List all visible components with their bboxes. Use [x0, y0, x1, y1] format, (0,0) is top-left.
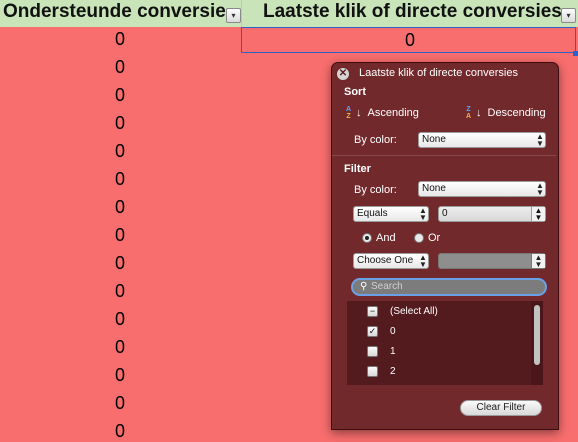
chevron-updown-icon[interactable]: ▲ ▼ [531, 254, 545, 269]
table-cell[interactable]: 0 [100, 421, 140, 442]
second-operator-select[interactable]: Choose One ▲ ▼ [353, 253, 429, 269]
chevron-updown-icon[interactable]: ▲ ▼ [531, 207, 545, 222]
checkbox-mixed-icon[interactable]: − [367, 305, 378, 317]
list-item[interactable]: 1 [367, 343, 396, 359]
condition-value-combobox[interactable]: 0 ▲ ▼ [438, 206, 546, 222]
filter-value-list[interactable]: − (Select All) ✓ 0 1 2 [347, 301, 543, 385]
sort-heading: Sort [344, 86, 366, 98]
filter-by-color-value: None [422, 183, 446, 194]
sort-za-icon: ZA [465, 106, 472, 120]
radio-selected-icon [362, 233, 372, 243]
condition-value-text: 0 [442, 208, 448, 219]
table-cell[interactable]: 0 [100, 309, 140, 330]
close-icon: ✕ [338, 68, 348, 79]
filter-by-color-label: By color: [354, 184, 397, 196]
list-item-label: 2 [390, 365, 396, 377]
table-cell[interactable]: 0 [100, 141, 140, 162]
sort-descending-label: Descending [487, 107, 546, 119]
popover-title: Laatste klik of directe conversies [359, 67, 518, 79]
search-box[interactable]: ⚲ [351, 278, 547, 296]
radio-and-label: And [376, 232, 396, 244]
table-cell[interactable]: 0 [100, 29, 140, 50]
checkbox-unchecked-icon[interactable] [367, 365, 378, 377]
condition-operator-select[interactable]: Equals ▲ ▼ [353, 206, 429, 222]
chevron-updown-icon: ▲ ▼ [536, 132, 544, 148]
sort-ascending-button[interactable]: AZ ↓ Ascending [344, 103, 419, 123]
search-input[interactable] [371, 281, 541, 292]
table-cell[interactable]: 0 [100, 85, 140, 106]
filter-by-color-select[interactable]: None ▲ ▼ [418, 181, 546, 197]
funnel-icon: ▾ [231, 11, 236, 20]
column-divider [241, 0, 242, 27]
sort-by-color-label: By color: [354, 134, 397, 146]
table-cell[interactable]: 0 [100, 113, 140, 134]
table-cell[interactable]: 0 [100, 365, 140, 386]
active-cell[interactable]: 0 [241, 27, 576, 53]
filter-heading: Filter [344, 163, 371, 175]
chevron-updown-icon: ▲ ▼ [536, 181, 544, 197]
column-header-ondersteunde[interactable]: Ondersteunde conversies [3, 1, 225, 23]
sort-az-icon: AZ [345, 106, 352, 120]
filter-dropdown-button[interactable]: ▾ [561, 8, 576, 23]
scrollbar-thumb[interactable] [534, 305, 540, 365]
active-cell-value: 0 [404, 30, 415, 50]
list-item-label: 1 [390, 345, 396, 357]
down-arrow-icon: ↓ [356, 107, 362, 119]
column-header-laatste-klik[interactable]: Laatste klik of directe conversies [263, 1, 562, 23]
list-item-select-all[interactable]: − (Select All) [367, 303, 438, 319]
table-cell[interactable]: 0 [100, 169, 140, 190]
fill-handle[interactable] [573, 51, 578, 56]
table-cell[interactable]: 0 [100, 225, 140, 246]
funnel-icon: ▾ [566, 11, 571, 20]
radio-and[interactable]: And [362, 232, 396, 244]
section-divider [332, 155, 556, 156]
second-value-combobox[interactable]: ▲ ▼ [438, 253, 546, 269]
list-scrollbar[interactable] [531, 301, 543, 385]
sort-by-color-value: None [422, 134, 446, 145]
filter-popover: ✕ Laatste klik of directe conversies Sor… [331, 62, 559, 430]
search-icon: ⚲ [360, 281, 368, 292]
down-arrow-icon: ↓ [476, 107, 482, 119]
clear-filter-button[interactable]: Clear Filter [460, 400, 542, 416]
sort-by-color-select[interactable]: None ▲ ▼ [418, 132, 546, 148]
close-button[interactable]: ✕ [337, 68, 349, 80]
radio-or-label: Or [428, 232, 441, 244]
table-cell[interactable]: 0 [100, 281, 140, 302]
radio-or[interactable]: Or [414, 232, 440, 244]
table-cell[interactable]: 0 [100, 337, 140, 358]
radio-unselected-icon [414, 233, 424, 243]
table-cell[interactable]: 0 [100, 253, 140, 274]
table-cell[interactable]: 0 [100, 57, 140, 78]
sort-descending-button[interactable]: ZA ↓ Descending [464, 103, 546, 123]
column-header-row: Ondersteunde conversies ▾ Laatste klik o… [0, 0, 578, 27]
chevron-updown-icon: ▲ ▼ [419, 206, 427, 222]
list-item[interactable]: ✓ 0 [367, 323, 396, 339]
chevron-updown-icon: ▲ ▼ [419, 253, 427, 269]
list-item-label: (Select All) [390, 305, 438, 317]
filter-dropdown-button[interactable]: ▾ [226, 8, 241, 23]
checkbox-checked-icon[interactable]: ✓ [367, 325, 378, 337]
table-cell[interactable]: 0 [100, 393, 140, 414]
condition-operator-value: Equals [357, 208, 388, 219]
sort-ascending-label: Ascending [367, 107, 419, 119]
list-item[interactable]: 2 [367, 363, 396, 379]
list-item-label: 0 [390, 325, 396, 337]
checkbox-unchecked-icon[interactable] [367, 345, 378, 357]
table-cell[interactable]: 0 [100, 197, 140, 218]
second-operator-value: Choose One [357, 255, 414, 266]
